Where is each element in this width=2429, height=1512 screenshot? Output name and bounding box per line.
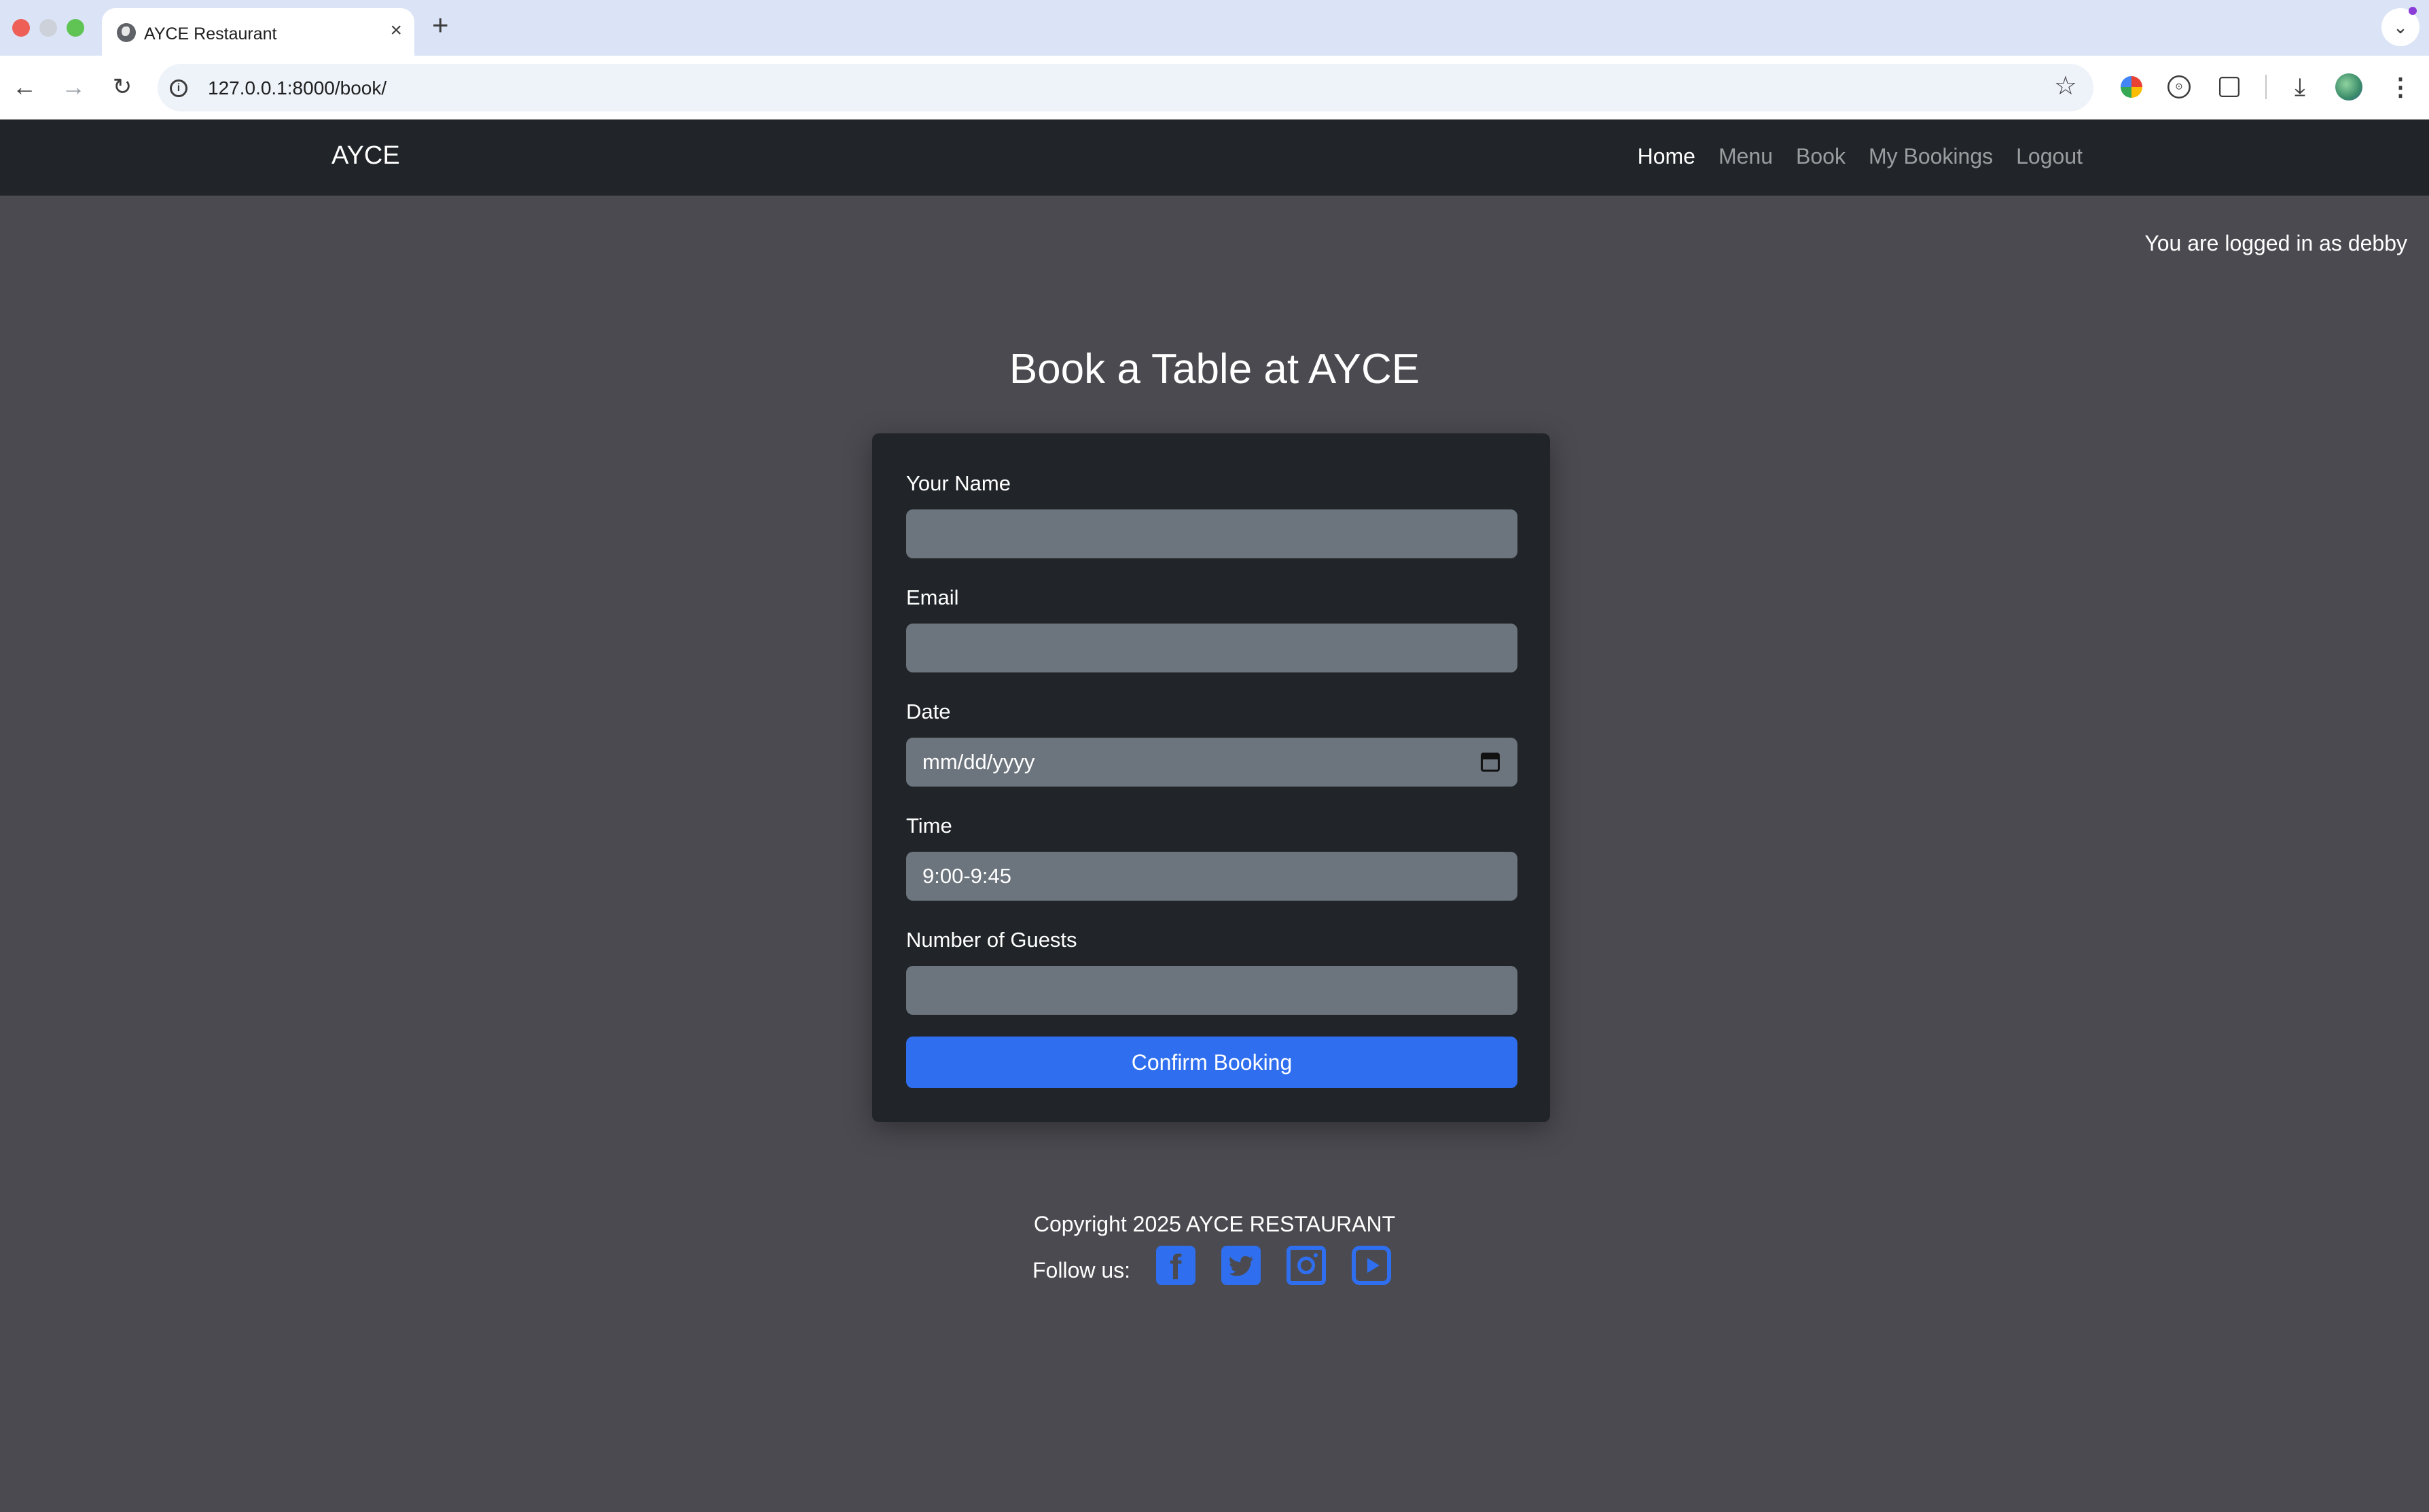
new-tab-button[interactable]: +	[432, 11, 449, 39]
extension-icon[interactable]: ⊙	[2167, 75, 2191, 98]
follow-us-label: Follow us:	[1032, 1258, 1131, 1282]
nav-link-menu[interactable]: Menu	[1719, 144, 1773, 169]
time-label: Time	[906, 814, 952, 838]
toolbar-divider	[2265, 75, 2267, 99]
calendar-icon[interactable]	[1481, 753, 1500, 772]
time-select[interactable]: 9:00-9:45	[906, 852, 1517, 901]
tab-close-icon[interactable]: ×	[390, 20, 402, 41]
youtube-icon[interactable]	[1352, 1246, 1391, 1285]
email-label: Email	[906, 586, 959, 609]
kebab-menu-icon[interactable]: ⋮	[2387, 73, 2414, 101]
date-label: Date	[906, 700, 951, 723]
nav-link-book[interactable]: Book	[1796, 144, 1846, 169]
site-navbar: AYCE Home Menu Book My Bookings Logout	[0, 120, 2429, 196]
browser-tab-bar: AYCE Restaurant × + ⌄	[0, 0, 2429, 56]
nav-links: Home Menu Book My Bookings Logout	[1638, 144, 2083, 169]
back-arrow-icon[interactable]: ←	[8, 71, 41, 103]
date-placeholder: mm/dd/yyyy	[922, 750, 1035, 774]
nav-link-logout[interactable]: Logout	[2016, 144, 2083, 169]
brand-logo[interactable]: AYCE	[331, 141, 400, 170]
address-bar[interactable]: i 127.0.0.1:8000/book/ ☆	[158, 64, 2093, 111]
browser-tab[interactable]: AYCE Restaurant ×	[102, 8, 414, 56]
window-minimize-button[interactable]	[39, 19, 57, 37]
facebook-icon[interactable]: f	[1156, 1246, 1195, 1285]
profile-avatar[interactable]	[2335, 73, 2362, 101]
globe-icon	[117, 23, 136, 42]
copyright-text: Copyright 2025 AYCE RESTAURANT	[1033, 1212, 1396, 1236]
nav-link-my-bookings[interactable]: My Bookings	[1869, 144, 1993, 169]
booking-form-card: Your Name Email Date mm/dd/yyyy Time 9:0…	[872, 433, 1550, 1122]
logged-in-status: You are logged in as debby	[2144, 231, 2407, 255]
date-input[interactable]: mm/dd/yyyy	[906, 738, 1517, 787]
notification-dot	[2409, 7, 2417, 15]
reload-icon[interactable]: ↻	[106, 71, 139, 103]
window-close-button[interactable]	[12, 19, 30, 37]
colorwheel-extension-icon[interactable]	[2121, 76, 2142, 98]
url-text[interactable]: 127.0.0.1:8000/book/	[208, 77, 386, 99]
puzzle-icon[interactable]	[2219, 77, 2239, 97]
info-icon[interactable]: i	[170, 79, 187, 97]
browser-toolbar: ← → ↻ i 127.0.0.1:8000/book/ ☆ ⊙ ⤓ ⋮	[0, 56, 2429, 120]
name-label: Your Name	[906, 471, 1011, 495]
confirm-booking-button[interactable]: Confirm Booking	[906, 1037, 1517, 1088]
download-icon[interactable]: ⤓	[2286, 73, 2314, 101]
twitter-icon[interactable]	[1221, 1246, 1261, 1285]
forward-arrow-icon[interactable]: →	[57, 71, 90, 103]
page-title: Book a Table at AYCE	[1009, 346, 1420, 393]
guests-input[interactable]	[906, 966, 1517, 1015]
star-icon[interactable]: ☆	[2054, 73, 2077, 99]
window-maximize-button[interactable]	[67, 19, 84, 37]
name-input[interactable]	[906, 509, 1517, 558]
guests-label: Number of Guests	[906, 928, 1077, 952]
email-input[interactable]	[906, 624, 1517, 672]
nav-link-home[interactable]: Home	[1638, 144, 1695, 169]
tab-title: AYCE Restaurant	[144, 24, 277, 43]
instagram-icon[interactable]	[1287, 1246, 1326, 1285]
